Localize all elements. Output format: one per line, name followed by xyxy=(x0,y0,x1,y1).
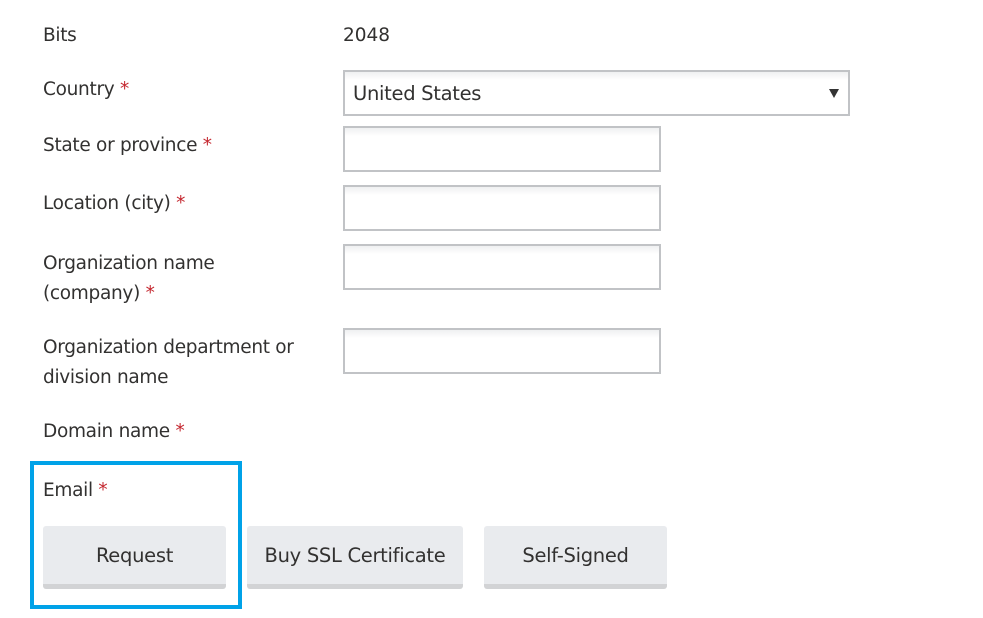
country-select-value: United States xyxy=(353,82,482,105)
email-label-text: Email xyxy=(43,480,93,501)
department-label: Organization department or division name xyxy=(43,333,294,393)
department-label-line2: division name xyxy=(43,367,169,388)
bits-label: Bits xyxy=(43,25,77,46)
self-signed-button[interactable]: Self-Signed xyxy=(484,526,667,589)
domain-label-text: Domain name xyxy=(43,421,170,442)
domain-label: Domain name * xyxy=(43,417,185,447)
state-input[interactable] xyxy=(343,126,661,172)
organization-label-line2: (company) xyxy=(43,283,140,304)
city-label-text: Location (city) xyxy=(43,193,171,214)
buy-ssl-certificate-button[interactable]: Buy SSL Certificate xyxy=(247,526,463,589)
country-select[interactable]: United States xyxy=(343,70,850,116)
required-asterisk: * xyxy=(176,193,186,214)
required-asterisk: * xyxy=(98,480,108,501)
dropdown-arrow-icon xyxy=(829,89,839,98)
city-label: Location (city) * xyxy=(43,189,185,219)
required-asterisk: * xyxy=(202,135,212,156)
organization-input[interactable] xyxy=(343,244,661,290)
department-label-line1: Organization department or xyxy=(43,337,294,358)
required-asterisk: * xyxy=(120,79,129,100)
organization-label: Organization name (company) * xyxy=(43,249,215,309)
country-label-text: Country xyxy=(43,79,115,100)
request-button[interactable]: Request xyxy=(43,526,226,589)
state-label-text: State or province xyxy=(43,135,198,156)
country-label: Country * xyxy=(43,75,129,105)
bits-value: 2048 xyxy=(343,25,391,46)
department-input[interactable] xyxy=(343,328,661,374)
email-label: Email * xyxy=(43,476,108,506)
city-input[interactable] xyxy=(343,185,661,231)
state-label: State or province * xyxy=(43,131,212,161)
required-asterisk: * xyxy=(145,283,155,304)
required-asterisk: * xyxy=(175,421,185,442)
organization-label-line1: Organization name xyxy=(43,253,215,274)
